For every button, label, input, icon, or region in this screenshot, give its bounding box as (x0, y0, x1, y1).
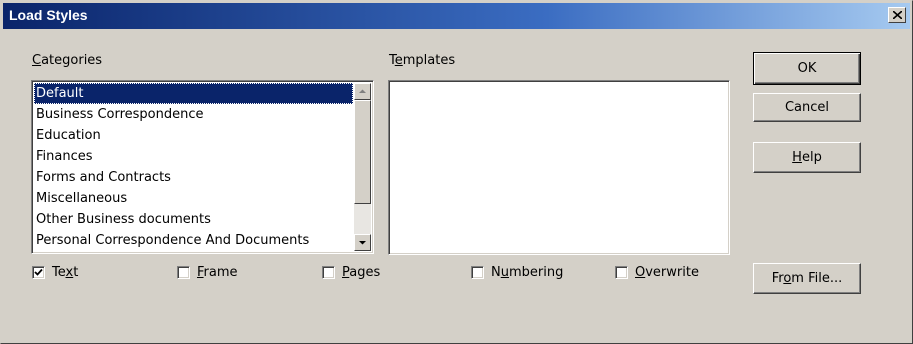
categories-list: Default Business Correspondence Education F… (34, 83, 353, 251)
frame-label-post: rame (203, 265, 238, 280)
numbering-label-accel: u (500, 265, 509, 280)
scroll-thumb[interactable] (354, 100, 371, 204)
arrow-up-icon (359, 89, 366, 93)
cancel-button[interactable]: Cancel (753, 93, 861, 122)
categories-label: Categories (32, 53, 102, 68)
title-bar[interactable]: Load Styles (3, 3, 910, 29)
text-label-pre: Te (52, 265, 66, 280)
overwrite-checkbox-label: Overwrite (635, 265, 699, 280)
pages-checkbox-box[interactable] (322, 266, 335, 279)
list-item[interactable]: Forms and Contracts (34, 167, 353, 188)
list-item[interactable]: Finances (34, 146, 353, 167)
help-button-label: elp (801, 150, 822, 165)
close-icon (893, 11, 902, 19)
overwrite-checkbox-box[interactable] (615, 266, 628, 279)
load-styles-dialog: Load Styles Categories Templates Default… (0, 0, 913, 344)
templates-label-post: mplates (402, 53, 456, 68)
list-item[interactable]: Personal Correspondence And Documents (34, 230, 353, 251)
text-label-post: t (73, 265, 79, 280)
scroll-up-button[interactable] (354, 83, 371, 100)
from-file-label-post: m File... (791, 271, 843, 286)
overwrite-label-post: verwrite (645, 265, 699, 280)
scroll-down-button[interactable] (354, 234, 371, 251)
list-item[interactable]: Education (34, 125, 353, 146)
from-file-label-pre: Fr (771, 271, 784, 286)
pages-label-post: ages (349, 265, 381, 280)
numbering-checkbox-box[interactable] (471, 266, 484, 279)
pages-checkbox-label: Pages (342, 265, 380, 280)
ok-button[interactable]: OK (753, 52, 861, 85)
window-title: Load Styles (9, 7, 88, 23)
checkmark-icon (34, 268, 43, 276)
cancel-button-label: Cancel (784, 100, 830, 115)
templates-label-accel: e (394, 53, 403, 68)
text-checkbox-label: Text (52, 265, 78, 280)
help-button[interactable]: Help (753, 142, 861, 173)
list-item[interactable]: Business Correspondence (34, 104, 353, 125)
help-button-accel: H (792, 150, 802, 165)
frame-checkbox-box[interactable] (177, 266, 190, 279)
categories-label-post: ategories (41, 53, 103, 68)
templates-listbox[interactable] (388, 80, 730, 255)
from-file-button[interactable]: From File... (753, 263, 861, 294)
categories-label-accel: C (32, 53, 42, 68)
list-item[interactable]: Miscellaneous (34, 188, 353, 209)
categories-scrollbar[interactable] (354, 83, 371, 251)
numbering-label-post: mbering (508, 265, 564, 280)
numbering-label-pre: N (491, 265, 501, 280)
arrow-down-icon (359, 241, 366, 245)
categories-listbox[interactable]: Default Business Correspondence Education F… (31, 80, 374, 254)
list-item[interactable]: Other Business documents (34, 209, 353, 230)
frame-checkbox-label: Frame (197, 265, 238, 280)
close-button[interactable] (888, 7, 906, 23)
templates-label: Templates (389, 53, 455, 68)
numbering-checkbox-label: Numbering (491, 265, 563, 280)
overwrite-label-accel: O (635, 265, 646, 280)
text-checkbox-box[interactable] (32, 266, 45, 279)
list-item[interactable]: Default (34, 83, 353, 104)
ok-button-label: OK (797, 61, 817, 76)
